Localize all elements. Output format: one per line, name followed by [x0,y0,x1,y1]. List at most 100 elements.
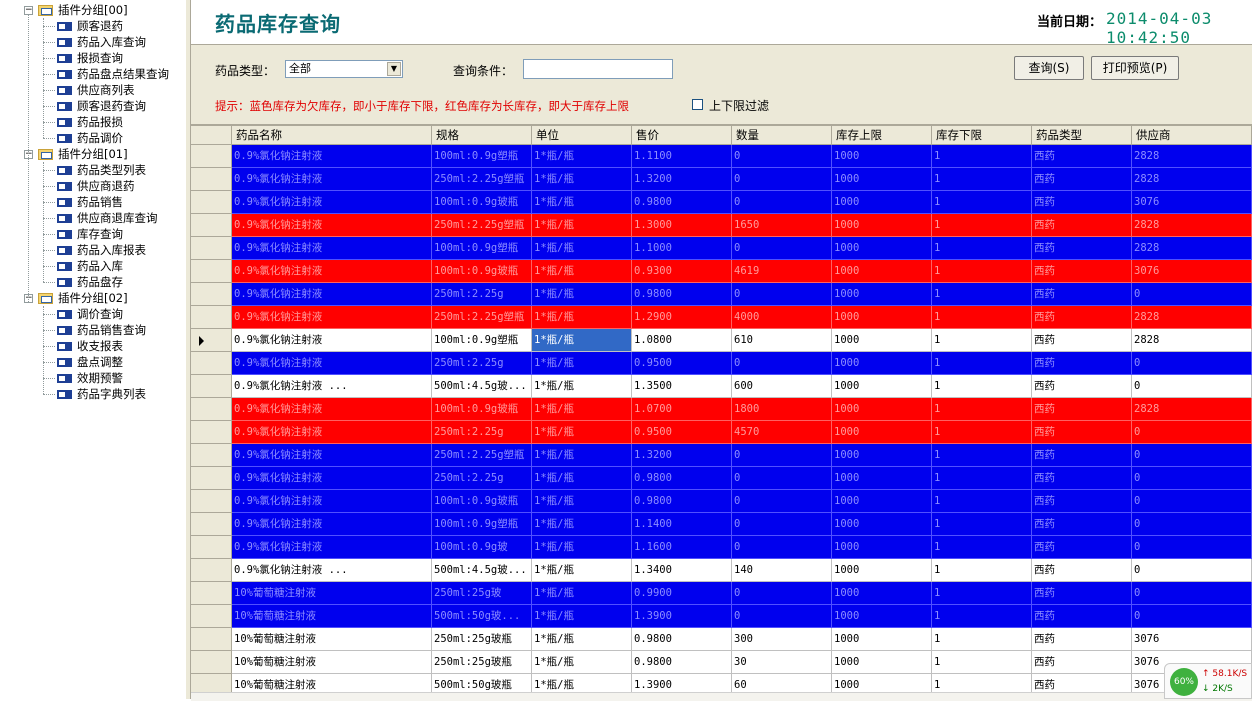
table-cell[interactable]: 西药 [1032,329,1132,352]
table-cell[interactable]: 1.3900 [632,605,732,628]
table-cell[interactable]: 100ml:0.9g玻瓶 [432,490,532,513]
table-cell[interactable]: 0.9500 [632,421,732,444]
table-cell[interactable]: 600 [732,375,832,398]
tree-item[interactable]: 药品字典列表 [0,386,185,402]
query-input[interactable] [523,59,673,79]
row-header[interactable] [191,283,232,306]
table-cell[interactable]: 1000 [832,214,932,237]
table-cell[interactable]: 0.9800 [632,490,732,513]
table-cell[interactable]: 250ml:2.25g [432,467,532,490]
table-cell[interactable]: 100ml:0.9g玻瓶 [432,398,532,421]
column-header[interactable]: 库存上限 [832,126,932,145]
table-row[interactable]: 0.9%氯化钠注射液 250ml:2.25g 1*瓶/瓶 0.9800 0 1000 1 西药… [191,467,1252,490]
table-cell[interactable]: 250ml:2.25g塑瓶 [432,306,532,329]
horizontal-scrollbar[interactable] [191,692,1252,701]
row-header[interactable] [191,467,232,490]
table-cell[interactable]: 1.1600 [632,536,732,559]
table-cell[interactable]: 西药 [1032,168,1132,191]
table-cell[interactable]: 1.1000 [632,237,732,260]
table-cell[interactable]: 0.9%氯化钠注射液 [232,536,432,559]
table-cell[interactable]: 1.3200 [632,444,732,467]
table-row[interactable]: 0.9%氯化钠注射液 250ml:2.25g 1*瓶/瓶 0.9800 0 1000 1 西药… [191,283,1252,306]
table-cell[interactable]: 1000 [832,168,932,191]
table-cell[interactable]: 100ml:0.9g塑瓶 [432,237,532,260]
table-cell[interactable]: 1*瓶/瓶 [532,605,632,628]
table-row[interactable]: 0.9%氯化钠注射液 100ml:0.9g塑瓶 1*瓶/瓶 1.0800 610 1000… [191,329,1252,352]
table-row[interactable]: 0.9%氯化钠注射液 100ml:0.9g玻瓶 1*瓶/瓶 0.9800 0 1000 1 西… [191,191,1252,214]
table-cell[interactable]: 0.9%氯化钠注射液 [232,467,432,490]
table-cell[interactable]: 1 [932,283,1032,306]
table-cell[interactable]: 0 [732,605,832,628]
table-cell[interactable]: 西药 [1032,214,1132,237]
table-cell[interactable]: 100ml:0.9g塑瓶 [432,513,532,536]
table-cell[interactable]: 250ml:2.25g塑瓶 [432,214,532,237]
table-cell[interactable]: 0 [1132,467,1252,490]
table-cell[interactable]: 3076 [1132,191,1252,214]
table-cell[interactable]: 250ml:2.25g [432,421,532,444]
table-cell[interactable]: 1000 [832,398,932,421]
table-cell[interactable]: 1*瓶/瓶 [532,329,632,352]
table-cell[interactable]: 西药 [1032,421,1132,444]
row-header[interactable] [191,214,232,237]
table-cell[interactable]: 0.9%氯化钠注射液 [232,398,432,421]
tree-item[interactable]: 药品销售查询 [0,322,185,338]
table-cell[interactable]: 0.9%氯化钠注射液 [232,421,432,444]
type-select[interactable]: 全部 ▼ [285,60,403,78]
table-cell[interactable]: 10%葡萄糖注射液 [232,605,432,628]
table-cell[interactable]: 0.9500 [632,352,732,375]
table-cell[interactable]: 1*瓶/瓶 [532,145,632,168]
tree-item[interactable]: 调价查询 [0,306,185,322]
row-header[interactable] [191,628,232,651]
table-cell[interactable]: 0 [732,237,832,260]
inventory-grid[interactable]: 药品名称 规格 单位 售价 数量 库存上限 库存下限 药品类型 供应商 0.9%氯化钠注射液 10… [191,124,1252,701]
column-header[interactable]: 药品类型 [1032,126,1132,145]
row-header[interactable] [191,444,232,467]
table-cell[interactable]: 1 [932,628,1032,651]
table-cell[interactable]: 1 [932,444,1032,467]
tree-item[interactable]: 效期预警 [0,370,185,386]
row-header[interactable] [191,582,232,605]
table-cell[interactable]: 1*瓶/瓶 [532,398,632,421]
table-cell[interactable]: 250ml:2.25g塑瓶 [432,168,532,191]
table-cell[interactable]: 1*瓶/瓶 [532,628,632,651]
table-cell[interactable]: 1800 [732,398,832,421]
table-cell[interactable]: 250ml:2.25g [432,283,532,306]
limit-filter-label[interactable]: 上下限过滤 [709,97,769,114]
row-header[interactable] [191,513,232,536]
table-cell[interactable]: 1000 [832,605,932,628]
table-cell[interactable]: 1000 [832,628,932,651]
dropdown-arrow-icon[interactable]: ▼ [387,62,401,76]
table-cell[interactable]: 100ml:0.9g塑瓶 [432,145,532,168]
table-cell[interactable]: 西药 [1032,467,1132,490]
table-cell[interactable]: 2828 [1132,168,1252,191]
table-cell[interactable]: 西药 [1032,605,1132,628]
table-cell[interactable]: 1 [932,306,1032,329]
table-cell[interactable]: 0.9%氯化钠注射液 [232,513,432,536]
table-cell[interactable]: 250ml:25g玻瓶 [432,628,532,651]
table-cell[interactable]: 1000 [832,490,932,513]
table-cell[interactable]: 1000 [832,467,932,490]
table-cell[interactable]: 1.3500 [632,375,732,398]
table-cell[interactable]: 100ml:0.9g玻瓶 [432,260,532,283]
table-cell[interactable]: 西药 [1032,237,1132,260]
table-cell[interactable]: 1 [932,145,1032,168]
table-cell[interactable]: 1000 [832,191,932,214]
table-cell[interactable]: 0.9%氯化钠注射液 ... [232,375,432,398]
table-cell[interactable]: 0.9%氯化钠注射液 [232,329,432,352]
table-cell[interactable]: 西药 [1032,582,1132,605]
table-cell[interactable]: 1 [932,559,1032,582]
table-cell[interactable]: 西药 [1032,628,1132,651]
table-cell[interactable]: 0.9800 [632,651,732,674]
table-row[interactable]: 0.9%氯化钠注射液 100ml:0.9g玻 1*瓶/瓶 1.1600 0 1000 1 西药… [191,536,1252,559]
table-cell[interactable]: 0.9900 [632,582,732,605]
table-cell[interactable]: 2828 [1132,145,1252,168]
table-cell[interactable]: 1 [932,490,1032,513]
tree-item[interactable]: 收支报表 [0,338,185,354]
table-cell[interactable]: 西药 [1032,444,1132,467]
row-header[interactable] [191,536,232,559]
table-cell[interactable]: 3076 [1132,260,1252,283]
table-cell[interactable]: 西药 [1032,398,1132,421]
table-cell[interactable]: 0.9%氯化钠注射液 [232,283,432,306]
table-cell[interactable]: 250ml:2.25g [432,352,532,375]
table-row[interactable]: 10%葡萄糖注射液 250ml:25g玻 1*瓶/瓶 0.9900 0 1000 1 西药 0 [191,582,1252,605]
